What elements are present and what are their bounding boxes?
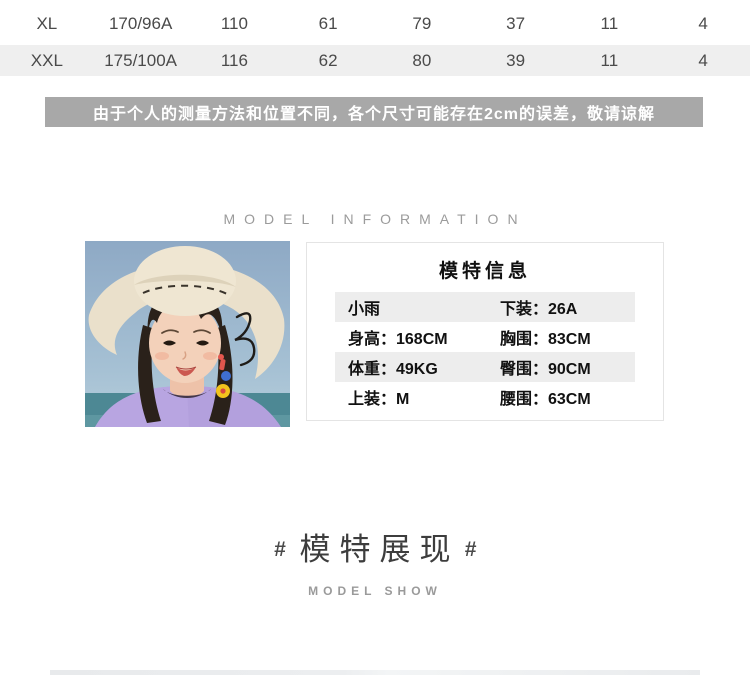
model-info-card-title: 模特信息 xyxy=(438,261,531,282)
model-info-row: 身高：168CM 胸围：83CM xyxy=(335,322,635,352)
size-cell: 80 xyxy=(412,50,432,70)
model-weight: 体重：49KG xyxy=(348,361,438,378)
measurement-notice-banner: 由于个人的测量方法和位置不同，各个尺寸可能存在2cm的误差，敬请谅解 xyxy=(45,97,703,127)
model-show-heading-cn: 模特展现 xyxy=(299,532,460,567)
model-bust: 胸围：83CM xyxy=(500,331,591,348)
model-hip: 臀围：90CM xyxy=(500,361,591,378)
size-cell: 175/100A xyxy=(104,50,178,70)
hash-decoration-right: # xyxy=(464,538,477,561)
next-photo-top-edge xyxy=(50,670,700,675)
model-bottom-size: 下装：26A xyxy=(500,301,578,318)
model-photo xyxy=(85,241,290,427)
size-cell: 4 xyxy=(698,14,708,33)
size-cell: 37 xyxy=(506,14,526,33)
size-cell: 62 xyxy=(318,50,338,70)
size-cell: 4 xyxy=(698,50,708,70)
model-show-heading-en: MODEL SHOW xyxy=(308,584,442,598)
model-show-heading: # 模特展现 # xyxy=(0,531,750,573)
size-cell: 61 xyxy=(318,14,338,33)
size-cell: XXL xyxy=(30,50,63,70)
size-cell: 110 xyxy=(220,14,248,33)
model-waist: 腰围：63CM xyxy=(500,391,591,408)
size-cell: 79 xyxy=(412,14,432,33)
size-cell: 116 xyxy=(220,50,248,70)
model-info-row: 上装：M 腰围：63CM xyxy=(335,382,635,412)
model-photo-illustration xyxy=(85,241,290,427)
size-cell: 39 xyxy=(506,50,526,70)
model-info-rows: 小雨 下装：26A 身高：168CM 胸围：83CM 体重：49KG 臀围：90… xyxy=(307,292,663,412)
product-detail-page: XL 170/96A 110 61 79 37 11 4 XXL 175/100… xyxy=(0,0,750,675)
model-info-row: 小雨 下装：26A xyxy=(335,292,635,322)
model-top-size: 上装：M xyxy=(348,391,410,408)
model-information-heading: MODEL INFORMATION xyxy=(223,211,527,227)
model-info-card: 模特信息 小雨 下装：26A 身高：168CM 胸围：83CM 体重：49KG … xyxy=(306,242,664,421)
size-cell: XL xyxy=(36,14,58,33)
size-table-row-xxl: XXL 175/100A 116 62 80 39 11 4 xyxy=(0,45,750,76)
model-info-row: 体重：49KG 臀围：90CM xyxy=(335,352,635,382)
model-height: 身高：168CM xyxy=(348,331,448,348)
measurement-notice-text: 由于个人的测量方法和位置不同，各个尺寸可能存在2cm的误差，敬请谅解 xyxy=(92,106,656,123)
size-table-row-xl: XL 170/96A 110 61 79 37 11 4 xyxy=(0,5,750,43)
size-cell: 170/96A xyxy=(108,14,173,33)
model-name: 小雨 xyxy=(348,301,381,318)
hash-decoration-left: # xyxy=(273,538,286,561)
size-cell: 11 xyxy=(600,50,619,70)
size-cell: 11 xyxy=(600,14,619,33)
